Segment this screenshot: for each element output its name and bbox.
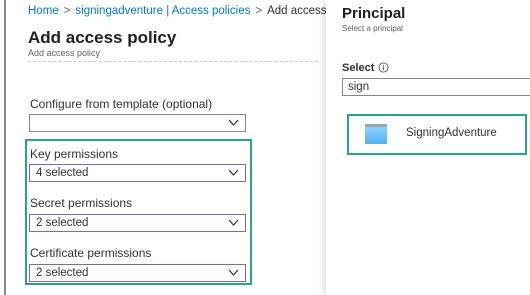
page-title: Add access policy (28, 28, 177, 47)
breadcrumb: Home > signingadventure | Access policies >… (28, 5, 343, 17)
info-icon[interactable] (378, 62, 389, 73)
principal-result-item[interactable]: SigningAdventure (349, 116, 525, 153)
secret-permissions-dropdown[interactable]: 2 selected (29, 214, 246, 232)
key-permissions-label: Key permissions (30, 147, 119, 161)
principal-result-name: SigningAdventure (406, 127, 497, 139)
secret-permissions-label: Secret permissions (30, 196, 133, 210)
template-label: Configure from template (optional) (30, 97, 213, 111)
key-permissions-value: 4 selected (36, 167, 89, 179)
principal-panel: Principal Select a principal Select Sign… (326, 0, 530, 295)
breadcrumb-separator: > (255, 5, 263, 17)
principal-search-input[interactable] (342, 78, 530, 96)
select-label: Select (342, 62, 375, 74)
secret-permissions-value: 2 selected (36, 217, 89, 229)
header-divider (28, 61, 318, 62)
add-access-policy-panel: Home > signingadventure | Access policies >… (8, 0, 343, 295)
certificate-permissions-value: 2 selected (36, 267, 89, 279)
chevron-down-icon (228, 119, 239, 126)
chevron-down-icon (228, 169, 239, 176)
page-subtitle: Add access policy (28, 48, 101, 58)
principal-title: Principal (342, 5, 406, 22)
app-registration-icon (365, 124, 387, 144)
template-dropdown[interactable] (29, 114, 246, 132)
left-edge-strip (0, 0, 8, 295)
key-permissions-dropdown[interactable]: 4 selected (29, 164, 246, 182)
chevron-down-icon (228, 269, 239, 276)
certificate-permissions-label: Certificate permissions (30, 246, 152, 260)
principal-subtitle: Select a principal (342, 24, 403, 33)
left-edge-bar (4, 0, 6, 295)
breadcrumb-home[interactable]: Home (28, 5, 59, 17)
principal-result-highlight: SigningAdventure (347, 114, 527, 155)
breadcrumb-separator: > (63, 5, 71, 17)
chevron-down-icon (228, 219, 239, 226)
certificate-permissions-dropdown[interactable]: 2 selected (29, 264, 246, 282)
breadcrumb-access-policies[interactable]: signingadventure | Access policies (75, 5, 250, 17)
